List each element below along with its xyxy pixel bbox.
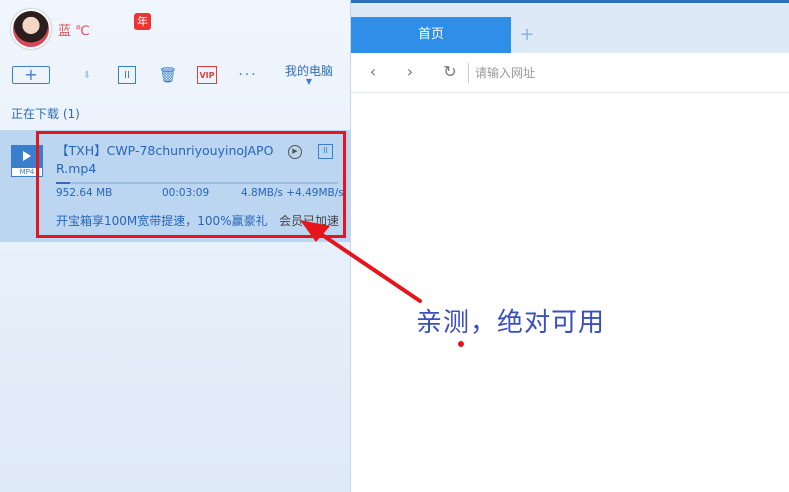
tab-home[interactable]: 首页 <box>351 17 511 53</box>
username: 蓝 ℃ <box>58 24 90 39</box>
open-file-button[interactable]: ▶ <box>288 145 302 159</box>
url-input[interactable] <box>468 63 768 83</box>
promo-link[interactable]: 开宝箱享100M宽带提速，100%赢豪礼 <box>56 212 268 229</box>
chevron-left-icon: ‹ <box>369 62 377 81</box>
progress-bar <box>56 182 338 184</box>
new-task-button[interactable]: + <box>12 66 50 84</box>
file-name: 【TXH】CWP-78chunriyouyinoJAPOR.mp4 <box>56 143 274 176</box>
annotation-text: 亲测，绝对可用 <box>416 308 606 338</box>
delete-button[interactable]: 🗑 <box>158 66 178 84</box>
download-icon: ⬇ <box>82 69 92 81</box>
progress-fill <box>56 182 71 184</box>
vip-icon: VIP <box>199 70 215 80</box>
my-computer-button[interactable]: 我的电脑 ▼ <box>282 63 336 86</box>
elapsed-time: 00:03:09 <box>162 187 210 199</box>
browser-tab-bar: 首页 + <box>351 3 789 53</box>
app-window: 蓝 ℃ 年 + ⬇ II 🗑 VIP ··· 我的电脑 ▼ 正在下载 (1) M… <box>0 0 789 492</box>
file-size: 952.64 MB <box>56 187 113 199</box>
add-tab-button[interactable]: + <box>517 25 537 45</box>
forward-button[interactable]: › <box>400 62 420 82</box>
browser-nav-bar: ‹ › ↻ <box>351 53 789 93</box>
downloading-section-title: 正在下载 (1) <box>11 107 80 121</box>
pause-icon: II <box>323 146 328 155</box>
pause-all-button[interactable]: II <box>118 66 136 84</box>
more-button[interactable]: ··· <box>236 66 260 84</box>
my-computer-label: 我的电脑 <box>284 63 333 78</box>
play-circle-icon: ▶ <box>292 147 298 155</box>
download-panel: 蓝 ℃ 年 + ⬇ II 🗑 VIP ··· 我的电脑 ▼ 正在下载 (1) M… <box>0 0 351 492</box>
pause-icon: II <box>124 69 130 81</box>
more-icon: ··· <box>238 67 258 83</box>
plus-icon: + <box>24 65 38 84</box>
chevron-down-icon: ▼ <box>305 76 313 86</box>
download-speed: 4.8MB/s +4.49MB/s <box>241 187 344 199</box>
avatar[interactable] <box>11 9 51 49</box>
pause-task-button[interactable]: II <box>318 144 333 159</box>
start-button[interactable]: ⬇ <box>77 66 97 84</box>
vip-button[interactable]: VIP <box>197 66 217 84</box>
trash-icon: 🗑 <box>158 66 178 84</box>
refresh-icon: ↻ <box>443 62 457 81</box>
download-toolbar: + ⬇ II 🗑 VIP ··· 我的电脑 ▼ <box>0 58 351 92</box>
annotation-dot <box>458 341 464 347</box>
chevron-right-icon: › <box>406 62 414 81</box>
year-badge[interactable]: 年 <box>134 13 151 30</box>
download-task-row[interactable]: MP4 【TXH】CWP-78chunriyouyinoJAPOR.mp4 ▶ … <box>0 130 350 242</box>
back-button[interactable]: ‹ <box>363 62 383 82</box>
member-accel-status: 会员已加速 <box>279 214 340 228</box>
refresh-button[interactable]: ↻ <box>440 62 460 82</box>
